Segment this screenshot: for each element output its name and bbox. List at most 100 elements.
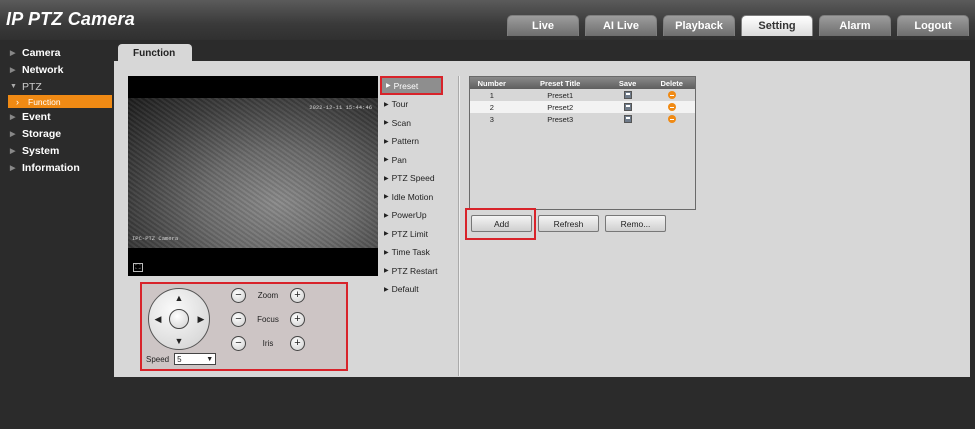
table-header: Number Preset Title Save Delete (470, 77, 695, 89)
sidebar-item-label: Camera (22, 46, 61, 59)
menu-item-default[interactable]: ▶ Default (380, 280, 458, 299)
sidebar-item-information[interactable]: ▶ Information (0, 159, 114, 176)
add-button[interactable]: Add (471, 215, 532, 232)
chevron-right-icon: ▶ (384, 138, 389, 145)
chevron-right-icon: ▶ (10, 164, 16, 172)
zoom-label: Zoom (257, 291, 279, 300)
iris-label: Iris (262, 339, 274, 348)
tab-logout[interactable]: Logout (897, 15, 969, 36)
iris-row: − Iris + (231, 336, 305, 351)
fullscreen-icon[interactable]: ⛶ (133, 263, 143, 272)
iris-plus-button[interactable]: + (290, 336, 305, 351)
sidebar-item-label: Event (22, 110, 51, 123)
speed-control: Speed 5 ▼ (146, 353, 217, 365)
arrow-up-icon[interactable]: ▲ (174, 293, 184, 303)
chevron-right-icon: ▶ (384, 212, 389, 219)
menu-item-time-task[interactable]: ▶ Time Task (380, 243, 458, 262)
focus-minus-button[interactable]: − (231, 312, 246, 327)
chevron-right-icon: ▶ (10, 147, 16, 155)
menu-item-label: Default (391, 284, 419, 295)
arrow-down-icon[interactable]: ▼ (174, 336, 184, 346)
zoom-row: − Zoom + (231, 288, 305, 303)
tab-alarm[interactable]: Alarm (819, 15, 891, 36)
menu-item-tour[interactable]: ▶ Tour (380, 95, 458, 114)
refresh-button[interactable]: Refresh (538, 215, 599, 232)
sidebar-item-network[interactable]: ▶ Network (0, 61, 114, 78)
video-osd-label: IPC-PTZ Camera (132, 235, 179, 242)
sidebar-item-event[interactable]: ▶ Event (0, 108, 114, 125)
remove-button[interactable]: Remo... (605, 215, 666, 232)
column-header-save: Save (618, 78, 637, 88)
arrow-right-icon[interactable]: ▶ (196, 314, 206, 324)
menu-item-pan[interactable]: ▶ Pan (380, 151, 458, 170)
delete-icon[interactable] (667, 103, 676, 111)
chevron-right-icon: ▶ (10, 49, 16, 57)
zoom-out-button[interactable]: − (231, 288, 246, 303)
focus-row: − Focus + (231, 312, 305, 327)
save-icon[interactable] (623, 103, 632, 111)
chevron-right-icon: ▶ (384, 194, 389, 201)
sidebar-subitem-function[interactable]: › Function (8, 95, 112, 108)
tab-live[interactable]: Live (507, 15, 579, 36)
chevron-down-icon: ▼ (206, 355, 214, 363)
chevron-right-icon: ▶ (386, 83, 391, 89)
chevron-right-icon: ▶ (10, 113, 16, 121)
center-button[interactable] (169, 309, 189, 329)
column-header-number: Number (477, 78, 506, 88)
sidebar-item-label: Information (22, 161, 80, 174)
menu-item-scan[interactable]: ▶ Scan (380, 114, 458, 133)
menu-item-idle-motion[interactable]: ▶ Idle Motion (380, 188, 458, 207)
chevron-right-icon: ▶ (384, 268, 389, 275)
sidebar-item-label: System (22, 144, 60, 157)
menu-item-ptz-speed[interactable]: ▶ PTZ Speed (380, 169, 458, 188)
save-icon[interactable] (623, 115, 632, 123)
table-row[interactable]: 1 Preset1 (470, 89, 695, 101)
delete-icon[interactable] (667, 91, 676, 99)
speed-value: 5 (177, 354, 182, 364)
video-timestamp: 2022-12-11 15:44:46 (309, 104, 372, 111)
sidebar-item-label: Storage (22, 127, 62, 140)
sidebar-item-storage[interactable]: ▶ Storage (0, 125, 114, 142)
focus-label: Focus (257, 315, 279, 324)
menu-item-ptz-limit[interactable]: ▶ PTZ Limit (380, 225, 458, 244)
preset-number: 1 (489, 90, 494, 100)
camera-feed: 2022-12-11 15:44:46 IPC-PTZ Camera (128, 98, 378, 248)
speed-select[interactable]: 5 ▼ (174, 353, 217, 365)
sidebar-item-camera[interactable]: ▶ Camera (0, 44, 114, 61)
tab-setting[interactable]: Setting (741, 15, 813, 36)
sidebar-item-ptz[interactable]: ▼ PTZ (0, 78, 114, 95)
menu-item-preset[interactable]: ▶ Preset (380, 76, 443, 95)
delete-icon[interactable] (667, 115, 676, 123)
save-icon[interactable] (623, 91, 632, 99)
menu-item-pattern[interactable]: ▶ Pattern (380, 132, 458, 151)
focus-plus-button[interactable]: + (290, 312, 305, 327)
menu-item-ptz-restart[interactable]: ▶ PTZ Restart (380, 262, 458, 281)
chevron-right-icon: › (16, 96, 19, 107)
menu-item-label: Time Task (391, 247, 430, 258)
tab-ai-live[interactable]: AI Live (585, 15, 657, 36)
table-row[interactable]: 2 Preset2 (470, 101, 695, 113)
tab-playback[interactable]: Playback (663, 15, 735, 36)
iris-minus-button[interactable]: − (231, 336, 246, 351)
main-nav: Live AI Live Playback Setting Alarm Logo… (507, 15, 975, 36)
preset-title: Preset2 (547, 102, 574, 112)
menu-item-label: Tour (391, 99, 409, 110)
chevron-right-icon: ▶ (384, 175, 389, 182)
menu-item-powerup[interactable]: ▶ PowerUp (380, 206, 458, 225)
table-row[interactable]: 3 Preset3 (470, 113, 695, 125)
preset-title: Preset1 (547, 90, 574, 100)
zoom-in-button[interactable]: + (290, 288, 305, 303)
sidebar-item-label: PTZ (22, 80, 42, 93)
preset-title: Preset3 (547, 114, 574, 124)
menu-item-label: Pattern (391, 136, 420, 147)
preset-number: 3 (489, 114, 494, 124)
arrow-left-icon[interactable]: ◀ (153, 314, 163, 324)
sidebar: ▶ Camera ▶ Network ▼ PTZ › Function ▶ Ev… (0, 44, 114, 176)
chevron-right-icon: ▶ (384, 101, 389, 108)
menu-item-label: PTZ Speed (391, 173, 435, 184)
menu-item-label: PTZ Restart (391, 265, 438, 276)
chevron-right-icon: ▶ (384, 157, 389, 164)
video-preview: 2022-12-11 15:44:46 IPC-PTZ Camera ⛶ (128, 76, 378, 276)
function-menu: ▶ Preset ▶ Tour ▶ Scan ▶ Pattern ▶ Pan ▶… (380, 76, 458, 299)
sidebar-item-system[interactable]: ▶ System (0, 142, 114, 159)
